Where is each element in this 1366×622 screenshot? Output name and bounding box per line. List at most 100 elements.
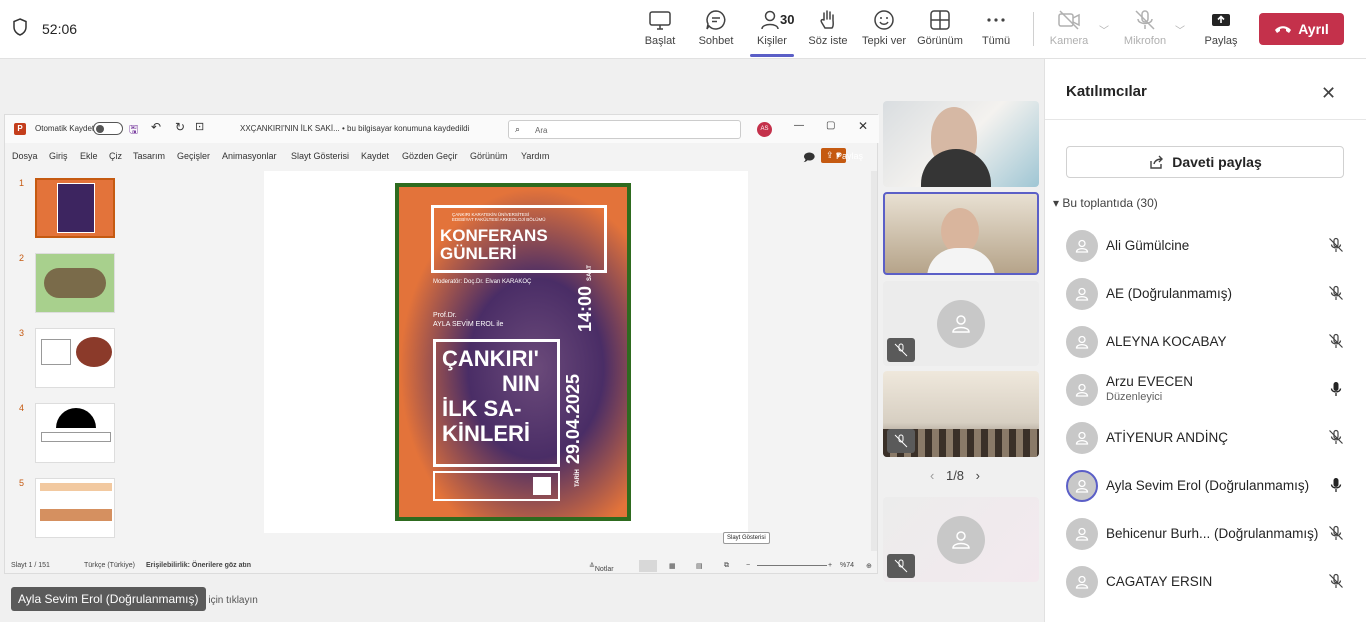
close-icon[interactable]: ✕ (1321, 83, 1336, 104)
more-icon (987, 18, 1005, 22)
user-avatar[interactable]: AS (757, 122, 772, 137)
raise-hand-icon (820, 10, 834, 29)
notes-icon[interactable]: ≙ Notlar (589, 562, 614, 573)
share-button[interactable]: Paylaş (1191, 8, 1251, 47)
poster-topic-1: ÇANKIRI' (442, 346, 539, 371)
raise-hand-button[interactable]: Söz iste (798, 8, 858, 47)
autosave-toggle[interactable] (93, 122, 123, 135)
slide-thumbnail[interactable] (35, 478, 115, 538)
leave-button[interactable]: Ayrıl (1259, 13, 1344, 45)
status-accessibility[interactable]: Erişilebilirlik: Önerilere göz atın (146, 562, 251, 569)
video-tile[interactable] (883, 101, 1039, 187)
participant-row[interactable]: AE (Doğrulanmamış) (1066, 272, 1356, 316)
poster-saat: SAAT (587, 265, 593, 281)
redo-icon[interactable]: ↻ (175, 120, 185, 134)
slide-thumbnail[interactable] (35, 253, 115, 313)
meeting-toolbar: 52:06 Başlat Sohbet 30 Kişiler Söz iste … (0, 0, 1366, 59)
mic-options-chevron-icon[interactable]: ﹀ (1175, 22, 1185, 37)
menu-review[interactable]: Gözden Geçir (402, 151, 458, 161)
sorter-view-icon[interactable]: ▦ (669, 562, 676, 570)
menu-draw[interactable]: Çiz (109, 151, 122, 161)
slide-thumbnail[interactable] (35, 178, 115, 238)
in-meeting-section[interactable]: ▾ Bu toplantıda (30) (1053, 196, 1158, 210)
slideshow-view-icon[interactable]: ⧉ (724, 562, 729, 570)
prev-page-chevron-icon[interactable]: ‹ (930, 468, 934, 483)
normal-view-icon[interactable] (639, 560, 657, 572)
slide-editor: ÇANKIRI KARATEKİN ÜNİVERSİTESİ EDEBİYAT F… (143, 171, 870, 606)
react-button[interactable]: Tepki ver (854, 8, 914, 47)
menu-home[interactable]: Giriş (49, 151, 68, 161)
comments-icon[interactable]: 🗩 (803, 149, 815, 168)
poster-date: 29.04.2025 (563, 374, 583, 465)
avatar (1066, 230, 1098, 262)
ppt-scrollbar[interactable] (871, 171, 877, 551)
restore-icon[interactable]: ▢ (826, 120, 835, 131)
mic-off-icon (887, 554, 915, 578)
minimize-icon[interactable]: — (794, 120, 804, 131)
menu-file[interactable]: Dosya (12, 151, 38, 161)
participant-role: Düzenleyici (1106, 391, 1163, 403)
slide-canvas[interactable]: ÇANKIRI KARATEKİN ÜNİVERSİTESİ EDEBİYAT F… (264, 171, 748, 533)
mic-off-icon[interactable] (1328, 285, 1344, 306)
video-tile-active-speaker[interactable] (883, 192, 1039, 275)
menu-record[interactable]: Kaydet (361, 151, 389, 161)
undo-icon[interactable]: ↶ (151, 120, 161, 134)
menu-slideshow[interactable]: Slayt Gösterisi (291, 151, 349, 161)
menu-animations[interactable]: Animasyonlar (222, 151, 277, 161)
menu-view[interactable]: Görünüm (470, 151, 508, 161)
participant-name: Behicenur Burh... (Doğrulanmamış) (1106, 526, 1319, 541)
slide-thumbnail[interactable] (35, 328, 115, 388)
more-button[interactable]: Tümü (966, 8, 1026, 47)
mic-off-icon[interactable] (1328, 525, 1344, 546)
menu-help[interactable]: Yardım (521, 151, 549, 161)
share-invite-button[interactable]: Daveti paylaş (1066, 146, 1344, 178)
participant-row[interactable]: Behicenur Burh... (Doğrulanmamış) (1066, 512, 1356, 556)
status-language[interactable]: Türkçe (Türkiye) (84, 562, 135, 569)
ppt-status-bar: Slayt 1 / 151 Türkçe (Türkiye) Erişilebi… (5, 558, 879, 574)
close-icon[interactable]: ✕ (858, 119, 868, 133)
participant-name: Ayla Sevim Erol (Doğrulanmamış) (1106, 478, 1310, 493)
mic-on-icon[interactable] (1328, 381, 1344, 402)
mic-button[interactable]: Mikrofon (1115, 8, 1175, 47)
ppt-share-button[interactable]: ⇪ Paylaş ▾ (821, 148, 863, 163)
zoom-slider[interactable] (757, 565, 827, 566)
video-tile[interactable] (883, 281, 1039, 366)
mic-on-icon[interactable] (1328, 477, 1344, 498)
zoom-in-icon[interactable]: + (828, 562, 832, 569)
present-icon[interactable]: ⊡ (195, 120, 204, 133)
camera-off-icon (1058, 10, 1080, 30)
reading-view-icon[interactable]: ▤ (696, 562, 703, 570)
slide-thumbnail[interactable] (35, 403, 115, 463)
save-icon[interactable]: 🖫 (129, 121, 138, 140)
chat-button[interactable]: Sohbet (686, 8, 746, 47)
ppt-filename[interactable]: XXÇANKIRI'NIN İLK SAKİ... (240, 124, 340, 133)
participant-row[interactable]: Ali Gümülcine (1066, 224, 1356, 268)
participant-row[interactable]: ALEYNA KOCABAY (1066, 320, 1356, 364)
video-tile[interactable] (883, 497, 1039, 582)
participant-row[interactable]: Arzu EVECEN Düzenleyici (1066, 368, 1356, 412)
participant-row[interactable]: Ayla Sevim Erol (Doğrulanmamış) (1066, 464, 1356, 508)
video-tile[interactable] (883, 371, 1039, 457)
menu-design[interactable]: Tasarım (133, 151, 165, 161)
mic-off-icon[interactable] (1328, 429, 1344, 450)
fit-slide-icon[interactable]: ⊕ (866, 562, 872, 570)
camera-options-chevron-icon[interactable]: ﹀ (1099, 22, 1109, 37)
view-button[interactable]: Görünüm (910, 8, 970, 47)
ppt-search-box[interactable]: ⌕ Ara (508, 120, 741, 139)
start-share-button[interactable]: Başlat (630, 8, 690, 47)
qr-code-icon (533, 477, 551, 495)
share-screen-icon (649, 11, 671, 30)
participant-row[interactable]: CAGATAY ERSIN (1066, 560, 1356, 604)
menu-transitions[interactable]: Geçişler (177, 151, 210, 161)
mic-off-icon[interactable] (1328, 573, 1344, 594)
mic-off-icon[interactable] (1328, 237, 1344, 258)
next-page-chevron-icon[interactable]: › (976, 468, 980, 483)
camera-button[interactable]: Kamera (1039, 8, 1099, 47)
people-button[interactable]: 30 Kişiler (742, 8, 802, 57)
chat-icon (706, 10, 726, 30)
mic-off-icon[interactable] (1328, 333, 1344, 354)
zoom-level[interactable]: %74 (840, 562, 854, 569)
zoom-out-icon[interactable]: − (746, 562, 750, 569)
menu-insert[interactable]: Ekle (80, 151, 98, 161)
participant-row[interactable]: ATİYENUR ANDİNÇ (1066, 416, 1356, 460)
